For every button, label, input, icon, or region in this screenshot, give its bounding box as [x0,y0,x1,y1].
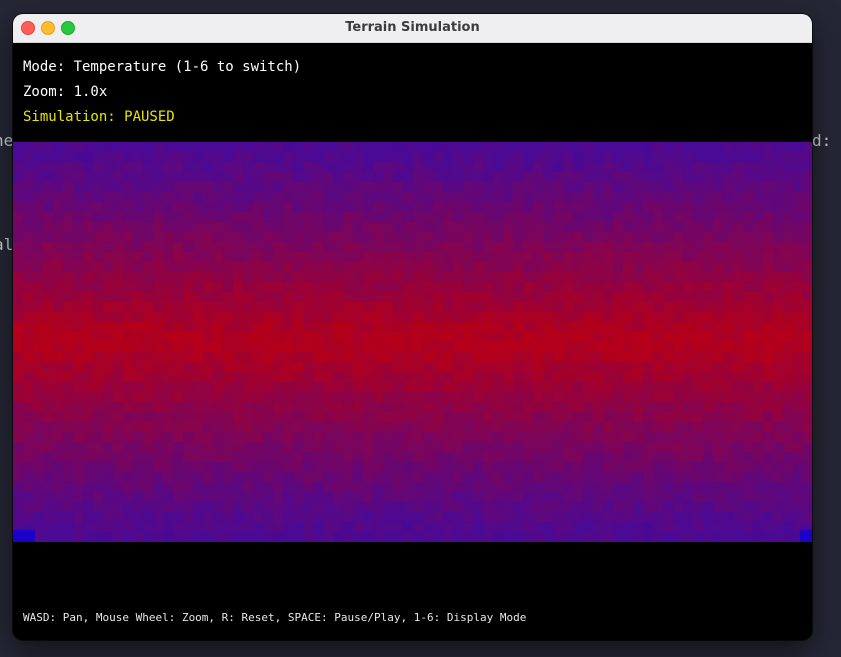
simulation-status-label: Simulation: PAUSED [23,109,175,125]
temperature-map[interactable] [13,142,812,542]
controls-help-text: WASD: Pan, Mouse Wheel: Zoom, R: Reset, … [23,611,527,624]
title-bar[interactable]: Terrain Simulation [13,14,812,43]
zoom-level-label: Zoom: 1.0x [23,84,108,100]
window-title: Terrain Simulation [345,20,480,35]
background-terminal-text: al [0,235,14,254]
background-terminal-text: d: [812,131,832,150]
background-terminal-text: he [0,131,14,150]
display-mode-label: Mode: Temperature (1-6 to switch) [23,59,302,75]
simulation-window[interactable]: Terrain Simulation Mode: Temperature (1-… [13,14,812,640]
